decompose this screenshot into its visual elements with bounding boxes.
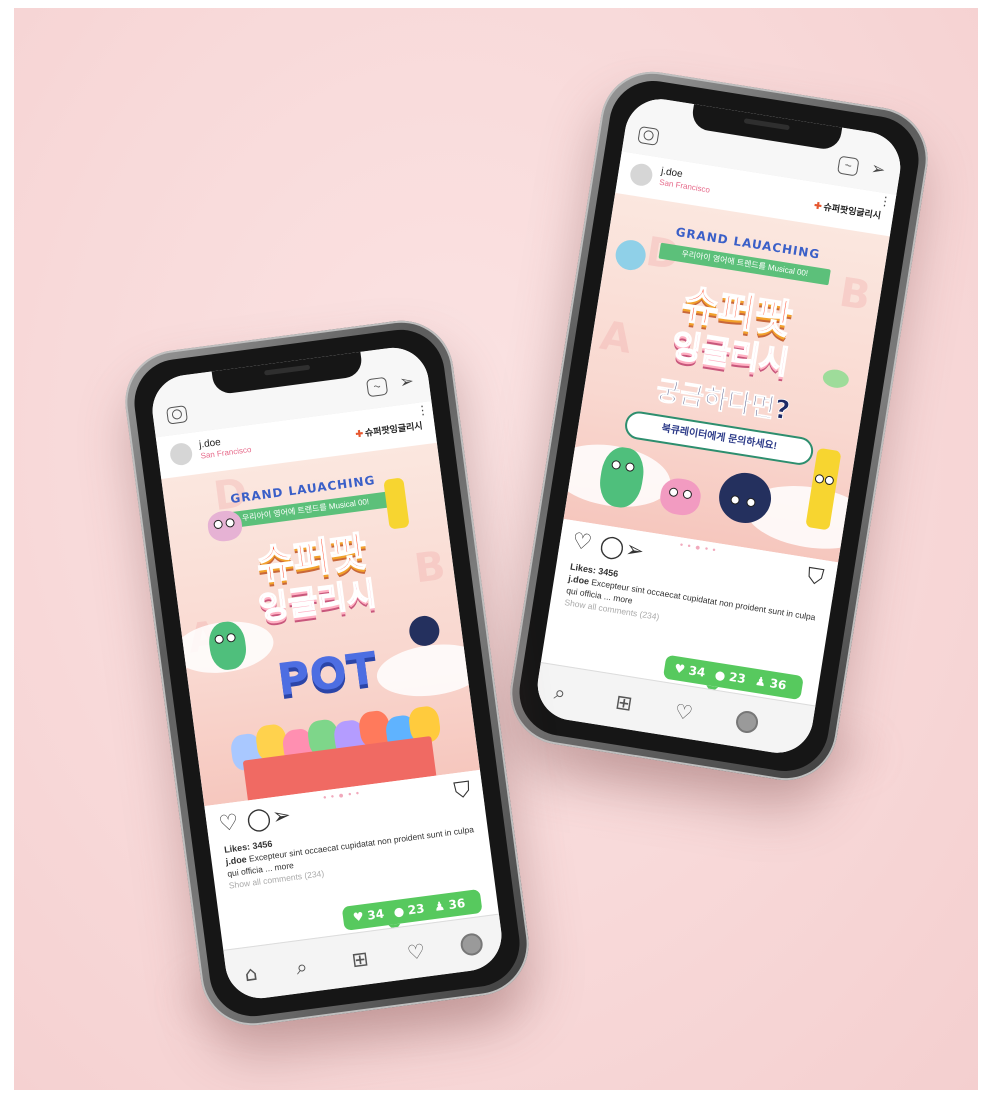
comment-icon[interactable]: ◯ bbox=[598, 533, 626, 562]
brand-logo: ✚슈퍼팟잉글리시 bbox=[813, 198, 882, 221]
location[interactable]: San Francisco bbox=[659, 178, 711, 195]
phone-front: ⏦ ➢ j.doe San Francisco ✚슈퍼팟잉글리시 ⋮ D B A bbox=[119, 314, 535, 1032]
character-eye bbox=[226, 632, 237, 643]
character-eye bbox=[682, 489, 693, 500]
search-icon[interactable]: ⌕ bbox=[553, 680, 568, 705]
avatar[interactable] bbox=[168, 441, 194, 467]
caption-username[interactable]: j.doe bbox=[568, 573, 590, 586]
avatar[interactable] bbox=[628, 162, 654, 188]
heart-icon[interactable]: ♡ bbox=[217, 810, 240, 837]
mockup-scene: ⏦ ➢ j.doe San Francisco ✚슈퍼팟잉글리시 ⋮ D B A bbox=[14, 8, 978, 1090]
home-icon[interactable]: ⌂ bbox=[243, 961, 259, 986]
brand-mark-icon: ✚ bbox=[354, 428, 364, 440]
heart-icon[interactable]: ♡ bbox=[673, 699, 694, 726]
phone-bezel: ⏦ ➢ j.doe San Francisco ✚슈퍼팟잉글리시 ⋮ D B A bbox=[129, 324, 525, 1022]
phone-bezel: ⏦ ➢ j.doe San Francisco ✚슈퍼팟잉글리시 ⋮ D B A bbox=[513, 74, 925, 778]
add-post-icon[interactable]: ⊞ bbox=[350, 946, 370, 972]
character-eye bbox=[729, 494, 741, 506]
profile-icon[interactable] bbox=[734, 709, 760, 735]
carousel-indicator: • • ● • • bbox=[322, 787, 361, 803]
character-eye bbox=[668, 487, 679, 498]
more-vertical-icon[interactable]: ⋮ bbox=[416, 403, 430, 429]
brand-name: 슈퍼팟잉글리시 bbox=[364, 420, 424, 438]
character-eye bbox=[611, 459, 622, 471]
character-eye bbox=[624, 461, 636, 473]
comments-badge: ● 23 bbox=[392, 901, 426, 920]
character-eye bbox=[214, 634, 225, 645]
comment-icon[interactable]: ◯ bbox=[245, 806, 273, 834]
camera-icon[interactable] bbox=[637, 125, 660, 146]
paper-plane-icon[interactable]: ➢ bbox=[867, 158, 890, 181]
comments-badge: ● 23 bbox=[713, 667, 747, 687]
likes-badge: ♥ 34 bbox=[673, 661, 707, 680]
paper-plane-icon[interactable]: ➢ bbox=[395, 371, 417, 393]
pink-character bbox=[657, 475, 704, 518]
add-post-icon[interactable]: ⊞ bbox=[614, 689, 634, 715]
carousel-indicator: • • ● • • bbox=[679, 539, 718, 556]
followers-badge: ♟ 36 bbox=[433, 895, 467, 914]
phone-screen: ⏦ ➢ j.doe San Francisco ✚슈퍼팟잉글리시 ⋮ D B A bbox=[532, 94, 906, 758]
caption-username[interactable]: j.doe bbox=[225, 854, 247, 867]
phone-screen: ⏦ ➢ j.doe San Francisco ✚슈퍼팟잉글리시 ⋮ D B A bbox=[148, 343, 506, 1003]
character-eye bbox=[213, 519, 224, 530]
followers-badge: ♟ 36 bbox=[754, 673, 788, 693]
character-eye bbox=[824, 475, 835, 486]
brand-mark-icon: ✚ bbox=[813, 200, 823, 212]
search-icon[interactable]: ⌕ bbox=[295, 954, 309, 979]
igtv-icon[interactable]: ⏦ bbox=[836, 155, 860, 177]
paper-plane-icon[interactable]: ➢ bbox=[624, 537, 646, 565]
brand-name: 슈퍼팟잉글리시 bbox=[822, 201, 882, 221]
phone-back: ⏦ ➢ j.doe San Francisco ✚슈퍼팟잉글리시 ⋮ D B A bbox=[502, 64, 936, 788]
speaker-grille bbox=[263, 364, 311, 376]
heart-icon[interactable]: ♡ bbox=[570, 529, 593, 557]
camera-icon[interactable] bbox=[165, 405, 189, 425]
brand-logo: ✚슈퍼팟잉글리시 bbox=[355, 418, 424, 440]
likes-badge: ♥ 34 bbox=[352, 906, 385, 925]
post-image[interactable]: D B A GRAND LAUACHING 우리아이 영어에 트렌드를 Musi… bbox=[161, 442, 480, 807]
heart-icon[interactable]: ♡ bbox=[406, 939, 427, 965]
character-eye bbox=[814, 473, 825, 485]
igtv-icon[interactable]: ⏦ bbox=[366, 376, 389, 398]
speaker-grille bbox=[743, 118, 790, 131]
character-eye bbox=[745, 497, 757, 508]
bookmark-icon[interactable]: ⛉ bbox=[452, 777, 472, 804]
bookmark-icon[interactable]: ⛉ bbox=[805, 564, 825, 591]
post-image[interactable]: D B A GRAND LAUACHING 우리아이 영어에 트렌드를 Musi… bbox=[563, 192, 890, 563]
profile-icon[interactable] bbox=[459, 932, 485, 957]
paper-plane-icon[interactable]: ➢ bbox=[271, 803, 293, 830]
character-eye bbox=[225, 517, 236, 528]
